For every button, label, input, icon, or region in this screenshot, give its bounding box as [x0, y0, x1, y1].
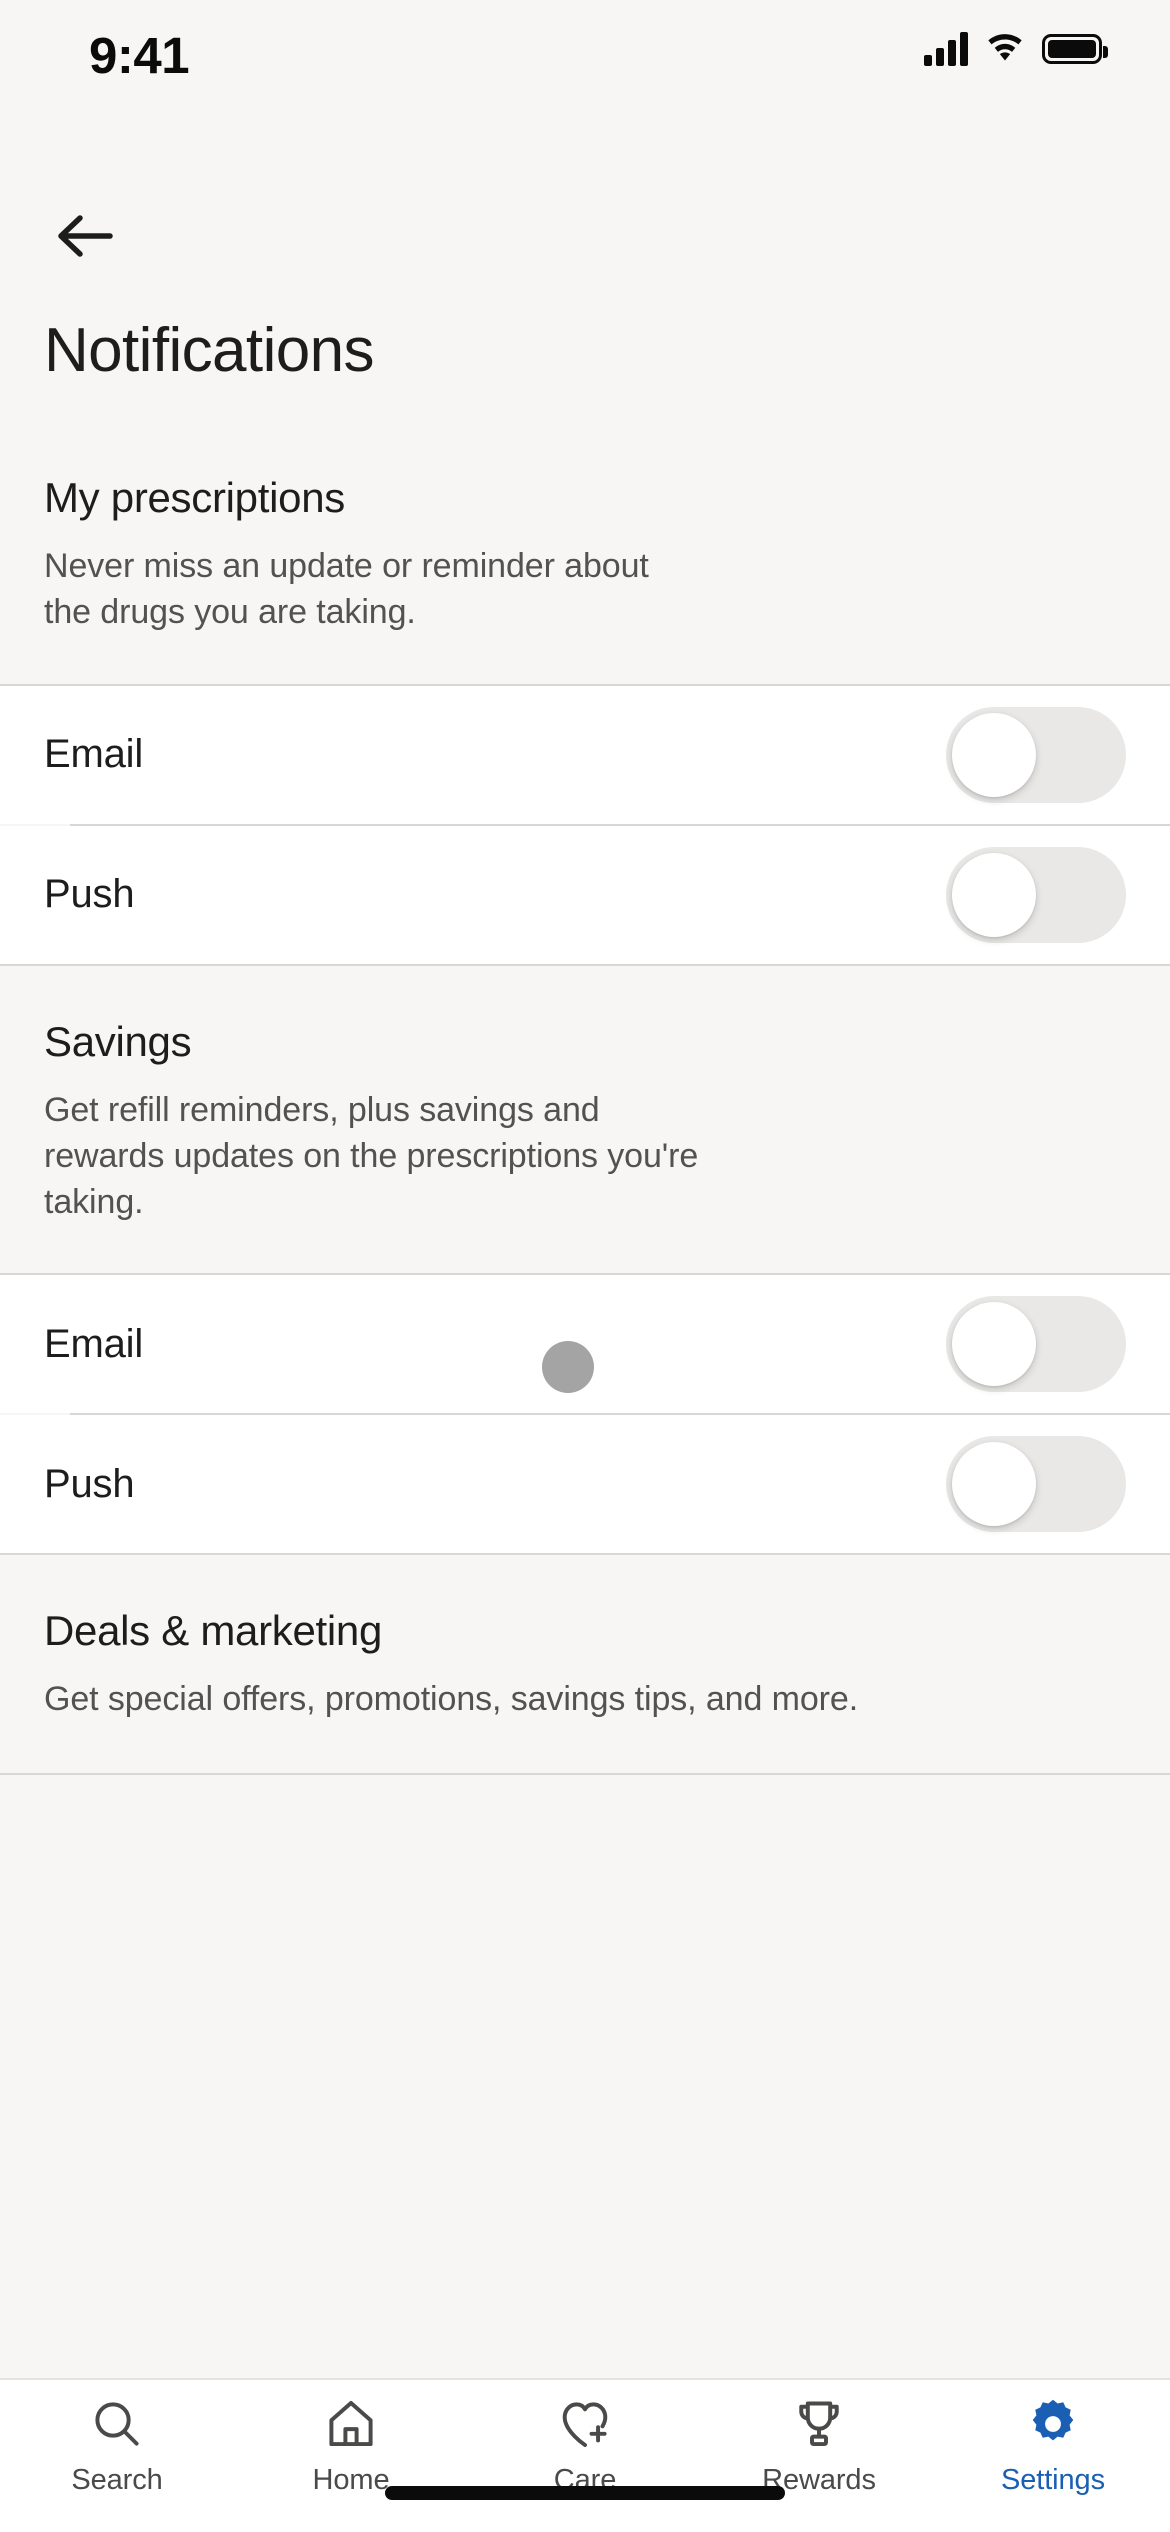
back-button[interactable] — [36, 188, 132, 284]
tab-home[interactable]: Home — [234, 2396, 468, 2497]
row-label: Push — [44, 1461, 135, 1506]
status-bar-indicators — [924, 32, 1108, 66]
tab-settings[interactable]: Settings — [936, 2396, 1170, 2497]
phone-screen: 9:41 Notifications My prescriptions Neve… — [0, 0, 1170, 2532]
row-savings-email[interactable]: Email — [0, 1275, 1170, 1414]
battery-full-icon — [1042, 34, 1108, 64]
gear-icon — [1032, 2399, 1074, 2441]
search-icon — [95, 2402, 139, 2446]
tab-search[interactable]: Search — [0, 2396, 234, 2497]
toggle-my-prescriptions-email[interactable] — [946, 706, 1126, 803]
toggle-knob — [952, 852, 1036, 937]
toggle-knob — [952, 1302, 1036, 1387]
section-description: Get refill reminders, plus savings and r… — [44, 1090, 699, 1221]
section-divider — [0, 1773, 1170, 1776]
section-description: Never miss an update or reminder about t… — [44, 547, 649, 631]
trophy-icon — [799, 2401, 839, 2447]
row-my-prescriptions-email[interactable]: Email — [0, 685, 1170, 824]
toggle-savings-push[interactable] — [946, 1436, 1126, 1533]
toggle-my-prescriptions-push[interactable] — [946, 846, 1126, 943]
heart-plus-icon — [562, 2402, 608, 2447]
toggle-knob — [952, 1442, 1036, 1527]
wifi-icon — [988, 34, 1022, 61]
section-title: Deals & marketing — [44, 1607, 383, 1655]
status-bar: 9:41 — [0, 0, 1170, 130]
section-savings-header: Savings Get refill reminders, plus savin… — [0, 965, 1170, 1274]
tab-rewards[interactable]: Rewards — [702, 2396, 936, 2497]
settings-list[interactable]: My prescriptions Never miss an update or… — [0, 430, 1170, 2150]
row-my-prescriptions-push[interactable]: Push — [0, 825, 1170, 964]
status-bar-time: 9:41 — [89, 27, 190, 84]
row-label: Email — [44, 1321, 144, 1366]
row-label: Push — [44, 872, 135, 917]
row-label: Email — [44, 732, 144, 777]
bottom-tab-bar: Search Home Care Rewards Settings — [0, 2378, 1170, 2532]
tab-label: Home — [312, 2464, 390, 2496]
toggle-knob — [952, 712, 1036, 797]
section-deals-marketing-header: Deals & marketing Get special offers, pr… — [0, 1555, 1170, 1774]
section-title: Savings — [44, 1017, 192, 1065]
toggle-savings-email[interactable] — [946, 1296, 1126, 1393]
home-indicator — [385, 2486, 785, 2500]
cellular-bars-icon — [924, 32, 968, 66]
section-description: Get special offers, promotions, savings … — [44, 1680, 859, 1719]
tab-label: Search — [71, 2464, 163, 2496]
tab-care[interactable]: Care — [468, 2396, 702, 2497]
tab-label: Settings — [1001, 2464, 1105, 2496]
section-title: My prescriptions — [44, 474, 345, 521]
section-my-prescriptions-header: My prescriptions Never miss an update or… — [0, 430, 1170, 684]
home-icon — [329, 2401, 373, 2447]
page-title: Notifications — [44, 316, 375, 385]
back-arrow-icon — [58, 215, 113, 257]
row-savings-push[interactable]: Push — [0, 1415, 1170, 1554]
